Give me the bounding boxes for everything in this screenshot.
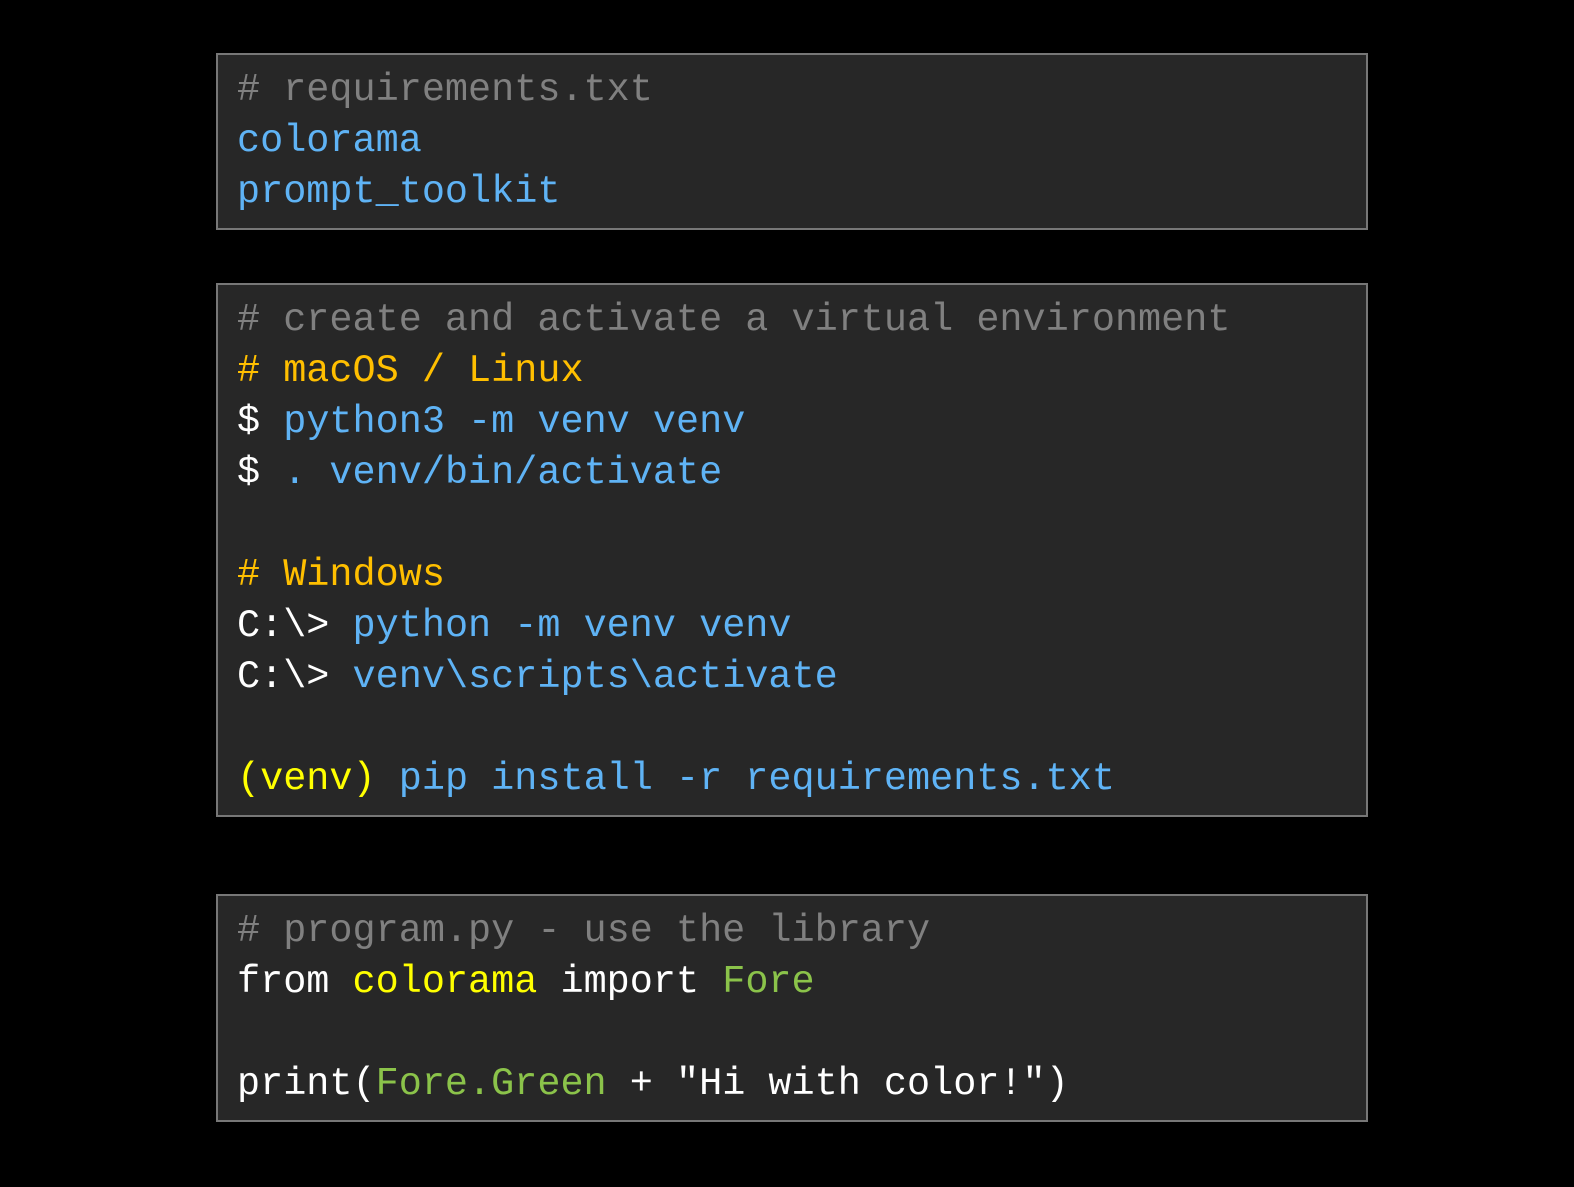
code-token: # requirements.txt bbox=[237, 68, 653, 112]
code-line: # requirements.txt bbox=[237, 65, 1366, 116]
venv-code-block: # create and activate a virtual environm… bbox=[216, 283, 1368, 817]
code-token: python -m venv venv bbox=[352, 604, 792, 648]
code-line: print(Fore.Green + "Hi with color!") bbox=[237, 1059, 1366, 1110]
code-token: prompt_toolkit bbox=[237, 170, 561, 214]
code-token: Fore bbox=[722, 960, 815, 1004]
code-token: C:\> bbox=[237, 604, 353, 648]
code-token: from bbox=[237, 960, 353, 1004]
code-token: (venv) bbox=[237, 757, 399, 801]
code-token: C:\> bbox=[237, 655, 353, 699]
code-line: # program.py - use the library bbox=[237, 906, 1366, 957]
code-line: (venv) pip install -r requirements.txt bbox=[237, 754, 1366, 805]
code-token: + "Hi with color!") bbox=[606, 1062, 1069, 1106]
requirements-code-block: # requirements.txt colorama prompt_toolkit bbox=[216, 53, 1368, 230]
code-token: # macOS / Linux bbox=[237, 349, 584, 393]
code-token: . venv/bin/activate bbox=[283, 451, 723, 495]
code-line: # create and activate a virtual environm… bbox=[237, 295, 1366, 346]
code-line: prompt_toolkit bbox=[237, 167, 1366, 218]
code-token: Fore.Green bbox=[375, 1062, 607, 1106]
code-token: $ bbox=[237, 451, 284, 495]
code-token: colorama bbox=[352, 960, 538, 1004]
code-token: import bbox=[537, 960, 723, 1004]
code-line: $ python3 -m venv venv bbox=[237, 397, 1366, 448]
code-token: pip install -r requirements.txt bbox=[398, 757, 1115, 801]
code-token: print( bbox=[237, 1062, 376, 1106]
code-token: # create and activate a virtual environm… bbox=[237, 298, 1231, 342]
code-line: C:\> python -m venv venv bbox=[237, 601, 1366, 652]
code-line: C:\> venv\scripts\activate bbox=[237, 652, 1366, 703]
code-line: # Windows bbox=[237, 550, 1366, 601]
code-line: # macOS / Linux bbox=[237, 346, 1366, 397]
code-token: $ bbox=[237, 400, 284, 444]
code-line: from colorama import Fore bbox=[237, 957, 1366, 1008]
code-token: venv\scripts\activate bbox=[352, 655, 838, 699]
code-line: $ . venv/bin/activate bbox=[237, 448, 1366, 499]
code-token: python3 -m venv venv bbox=[283, 400, 746, 444]
code-line: colorama bbox=[237, 116, 1366, 167]
code-token: # program.py - use the library bbox=[237, 909, 931, 953]
program-code-block: # program.py - use the library from color… bbox=[216, 894, 1368, 1122]
code-token: # Windows bbox=[237, 553, 445, 597]
code-token: colorama bbox=[237, 119, 422, 163]
